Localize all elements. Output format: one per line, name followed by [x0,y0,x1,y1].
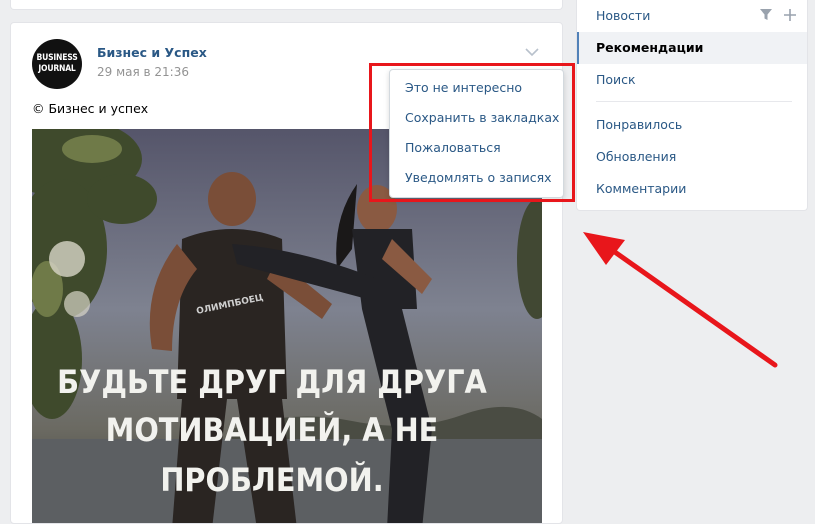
image-caption-line-1: БУДЬТЕ ДРУГ ДЛЯ ДРУГА [57,363,487,401]
sidebar-item-liked[interactable]: Понравилось [577,109,807,141]
sidebar-item-updates[interactable]: Обновления [577,141,807,173]
previous-post-card [10,0,563,10]
news-sidebar: Новости Рекомендации Поиск Понравилось О… [576,0,808,211]
post-author-link[interactable]: Бизнес и Успех [97,45,207,60]
image-caption-line-2: МОТИВАЦИЕЙ, А НЕ [106,411,439,449]
post-date[interactable]: 29 мая в 21:36 [97,65,189,79]
highlight-box [369,63,575,202]
post-text: © Бизнес и успех [32,101,149,116]
sidebar-item-search[interactable]: Поиск [577,64,807,96]
sidebar-divider [596,101,792,102]
plus-icon[interactable] [783,8,797,22]
avatar[interactable]: BUSINESS JOURNAL [32,39,82,89]
sidebar-item-recommendations[interactable]: Рекомендации [577,32,807,64]
chevron-down-icon[interactable] [524,45,540,59]
avatar-line-1: BUSINESS [36,53,78,63]
image-caption-line-3: ПРОБЛЕМОЙ. [160,461,383,499]
filter-icon[interactable] [759,8,773,22]
sidebar-item-comments[interactable]: Комментарии [577,173,807,205]
avatar-line-2: JOURNAL [38,64,76,74]
